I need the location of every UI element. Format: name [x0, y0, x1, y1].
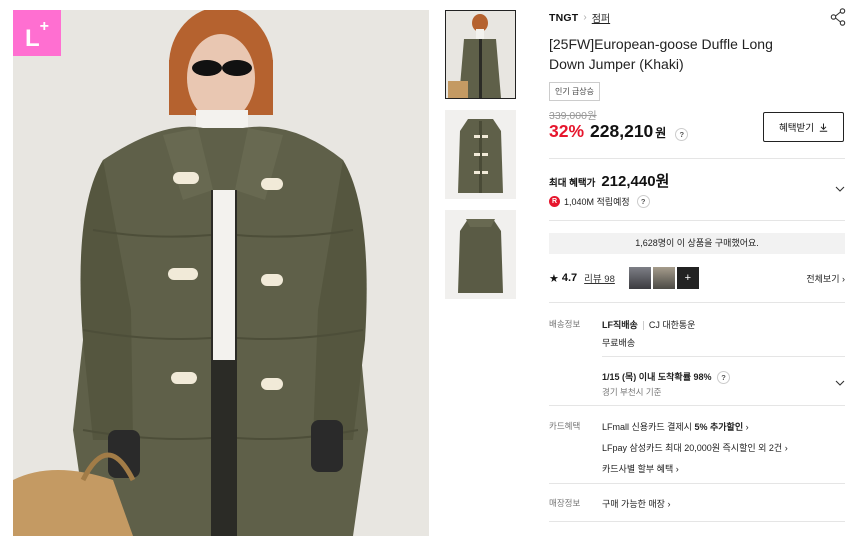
get-benefit-button[interactable]: 혜택받기: [763, 112, 844, 142]
share-icon[interactable]: [830, 8, 846, 26]
download-icon: [819, 123, 828, 132]
thumbnail-front[interactable]: [445, 110, 516, 199]
card-benefit-lfmall[interactable]: LFmall 신용카드 결제시 5% 추가할인 ›: [602, 420, 749, 433]
rating-value: 4.7: [561, 272, 578, 284]
store-label: 매장정보: [549, 498, 581, 508]
discount-rate: 32%: [549, 121, 585, 141]
divider: [549, 220, 845, 221]
points-text: 1,040M 적립예정: [564, 197, 630, 207]
arrow-right-icon: ›: [745, 422, 749, 432]
shipping-method: LF직배송 CJ 대한통운: [602, 318, 695, 331]
card-line1-prefix: LFmall 신용카드 결제시: [602, 422, 695, 432]
divider: [549, 521, 845, 522]
star-icon: ★: [549, 272, 559, 285]
card-benefit-lfpay[interactable]: LFpay 삼성카드 최대 20,000원 즉시할인 외 2건 ›: [602, 441, 788, 454]
breadcrumb: TNGT › 점퍼: [549, 10, 610, 26]
arrow-right-icon: ›: [784, 443, 788, 453]
chevron-down-icon[interactable]: [835, 378, 845, 388]
card-benefit-label: 카드혜택: [549, 421, 581, 431]
category-link[interactable]: 점퍼: [592, 10, 610, 25]
model-photo: [13, 10, 429, 536]
card-line1-highlight: 5% 추가할인: [694, 422, 744, 432]
divider: [602, 356, 845, 357]
more-photos-button[interactable]: +: [676, 267, 699, 289]
max-benefit-price: 212,440원: [601, 173, 670, 190]
shipping-carrier: CJ 대한통운: [648, 320, 696, 330]
lplus-badge: L+: [13, 10, 61, 56]
view-all-reviews-link[interactable]: 전체보기 ›: [806, 272, 845, 285]
shipping-fee: 무료배송: [602, 338, 636, 348]
product-title: [25FW]European-goose Duffle Long Down Ju…: [549, 36, 773, 72]
arrow-right-icon: ›: [667, 499, 671, 509]
shipping-label: 배송정보: [549, 319, 581, 329]
divider: [549, 405, 845, 406]
price-help-icon[interactable]: ?: [675, 128, 689, 141]
points-help-icon[interactable]: ?: [636, 195, 650, 208]
thumbnail-list: [445, 10, 517, 310]
available-stores-link[interactable]: 구매 가능한 매장 ›: [602, 497, 670, 510]
max-benefit-row[interactable]: 최대 혜택가 212,440원: [549, 170, 669, 191]
thumbnail-model[interactable]: [445, 10, 516, 99]
price-row: 32% 228,210 원 ?: [549, 121, 689, 142]
price-unit: 원: [655, 126, 667, 140]
points-icon: R: [549, 196, 560, 207]
card-line3: 카드사별 할부 혜택: [602, 464, 674, 474]
card-line2: LFpay 삼성카드 최대 20,000원 즉시할인 외 2건: [602, 443, 783, 453]
max-benefit-label: 최대 혜택가: [549, 178, 596, 189]
chevron-down-icon[interactable]: [835, 184, 845, 194]
get-benefit-label: 혜택받기: [779, 123, 814, 134]
arrival-text: 1/15 (목) 이내 도착확률 98%: [602, 372, 712, 382]
review-photo[interactable]: [628, 267, 651, 289]
thumbnail-back[interactable]: [445, 210, 516, 299]
review-photo-list: +: [628, 267, 699, 289]
main-product-image[interactable]: L+: [13, 10, 429, 536]
store-text: 구매 가능한 매장: [602, 499, 665, 509]
divider: [549, 302, 845, 303]
arrival-help-icon[interactable]: ?: [717, 371, 731, 385]
divider: [549, 483, 845, 484]
divider: [549, 158, 845, 159]
buyers-banner: 1,628명이 이 상품을 구매했어요.: [549, 233, 845, 254]
review-count-link[interactable]: 리뷰 98: [584, 271, 615, 285]
reward-points: R 1,040M 적립예정 ?: [549, 195, 650, 208]
trending-badge: 인기 급상승: [549, 82, 601, 101]
arrow-right-icon: ›: [675, 464, 679, 474]
arrival-origin: 경기 부천시 기준: [602, 387, 662, 397]
arrival-estimate: 1/15 (목) 이내 도착확률 98% ?: [602, 370, 731, 385]
shipping-method-name: LF직배송: [602, 320, 638, 330]
sale-price: 228,210: [590, 121, 654, 141]
review-row: ★ 4.7 리뷰 98 + 전체보기 ›: [549, 266, 845, 290]
brand-link[interactable]: TNGT: [549, 12, 578, 24]
card-installment[interactable]: 카드사별 할부 혜택 ›: [602, 462, 679, 475]
review-photo[interactable]: [652, 267, 675, 289]
breadcrumb-separator: ›: [583, 12, 587, 23]
